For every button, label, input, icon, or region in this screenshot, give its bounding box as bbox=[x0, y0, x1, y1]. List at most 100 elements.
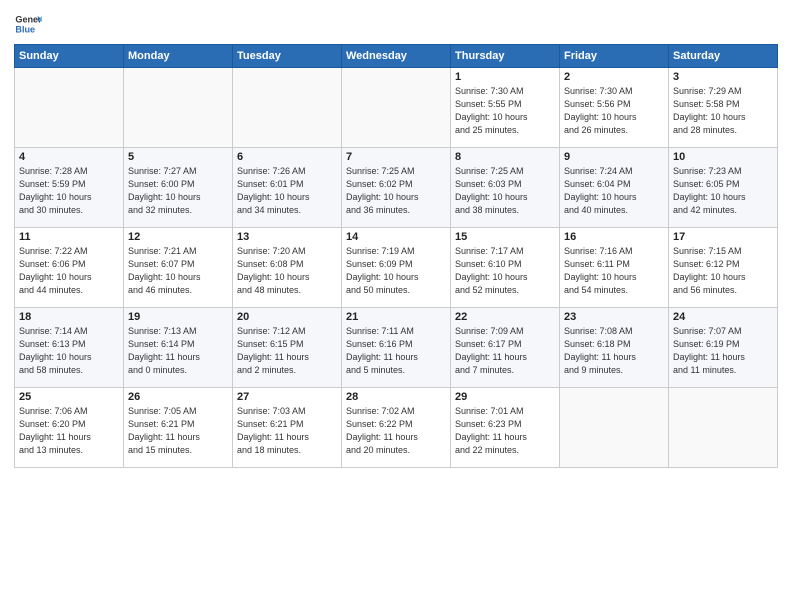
day-number: 23 bbox=[564, 311, 664, 323]
day-number: 27 bbox=[237, 391, 337, 403]
day-number: 16 bbox=[564, 231, 664, 243]
day-cell: 27 Sunrise: 7:03 AM Sunset: 6:21 PM Dayli… bbox=[233, 388, 342, 468]
day-cell: 2Sunrise: 7:30 AM Sunset: 5:56 PM Daylig… bbox=[560, 68, 669, 148]
day-info: Sunrise: 7:13 AM Sunset: 6:14 PM Dayligh… bbox=[128, 325, 228, 377]
day-info: Sunrise: 7:01 AM Sunset: 6:23 PM Dayligh… bbox=[455, 405, 555, 457]
day-number: 3 bbox=[673, 71, 773, 83]
day-cell: 24 Sunrise: 7:07 AM Sunset: 6:19 PM Dayli… bbox=[669, 308, 778, 388]
day-number: 13 bbox=[237, 231, 337, 243]
week-row-5: 25 Sunrise: 7:06 AM Sunset: 6:20 PM Dayli… bbox=[15, 388, 778, 468]
calendar-table: SundayMondayTuesdayWednesdayThursdayFrid… bbox=[14, 44, 778, 468]
logo-icon: General Blue bbox=[14, 10, 42, 38]
weekday-header-friday: Friday bbox=[560, 45, 669, 68]
day-cell: 17Sunrise: 7:15 AM Sunset: 6:12 PM Dayli… bbox=[669, 228, 778, 308]
day-info: Sunrise: 7:02 AM Sunset: 6:22 PM Dayligh… bbox=[346, 405, 446, 457]
day-number: 29 bbox=[455, 391, 555, 403]
day-number: 6 bbox=[237, 151, 337, 163]
day-number: 14 bbox=[346, 231, 446, 243]
day-info: Sunrise: 7:08 AM Sunset: 6:18 PM Dayligh… bbox=[564, 325, 664, 377]
day-cell: 20 Sunrise: 7:12 AM Sunset: 6:15 PM Dayli… bbox=[233, 308, 342, 388]
weekday-header-saturday: Saturday bbox=[669, 45, 778, 68]
day-info: Sunrise: 7:17 AM Sunset: 6:10 PM Dayligh… bbox=[455, 245, 555, 297]
day-cell: 1 Sunrise: 7:30 AM Sunset: 5:55 PM Daylig… bbox=[451, 68, 560, 148]
day-cell: 10Sunrise: 7:23 AM Sunset: 6:05 PM Dayli… bbox=[669, 148, 778, 228]
weekday-header-thursday: Thursday bbox=[451, 45, 560, 68]
day-info: Sunrise: 7:19 AM Sunset: 6:09 PM Dayligh… bbox=[346, 245, 446, 297]
day-number: 20 bbox=[237, 311, 337, 323]
day-info: Sunrise: 7:16 AM Sunset: 6:11 PM Dayligh… bbox=[564, 245, 664, 297]
day-number: 7 bbox=[346, 151, 446, 163]
day-info: Sunrise: 7:25 AM Sunset: 6:03 PM Dayligh… bbox=[455, 165, 555, 217]
day-info: Sunrise: 7:30 AM Sunset: 5:55 PM Dayligh… bbox=[455, 85, 555, 137]
week-row-4: 18 Sunrise: 7:14 AM Sunset: 6:13 PM Dayli… bbox=[15, 308, 778, 388]
day-info: Sunrise: 7:03 AM Sunset: 6:21 PM Dayligh… bbox=[237, 405, 337, 457]
day-number: 12 bbox=[128, 231, 228, 243]
day-info: Sunrise: 7:24 AM Sunset: 6:04 PM Dayligh… bbox=[564, 165, 664, 217]
day-info: Sunrise: 7:14 AM Sunset: 6:13 PM Dayligh… bbox=[19, 325, 119, 377]
day-cell: 13 Sunrise: 7:20 AM Sunset: 6:08 PM Dayli… bbox=[233, 228, 342, 308]
day-info: Sunrise: 7:22 AM Sunset: 6:06 PM Dayligh… bbox=[19, 245, 119, 297]
weekday-header-monday: Monday bbox=[124, 45, 233, 68]
day-info: Sunrise: 7:12 AM Sunset: 6:15 PM Dayligh… bbox=[237, 325, 337, 377]
day-cell bbox=[15, 68, 124, 148]
day-cell: 25 Sunrise: 7:06 AM Sunset: 6:20 PM Dayli… bbox=[15, 388, 124, 468]
logo: General Blue bbox=[14, 10, 42, 38]
day-info: Sunrise: 7:09 AM Sunset: 6:17 PM Dayligh… bbox=[455, 325, 555, 377]
day-number: 8 bbox=[455, 151, 555, 163]
day-cell: 12 Sunrise: 7:21 AM Sunset: 6:07 PM Dayli… bbox=[124, 228, 233, 308]
svg-text:Blue: Blue bbox=[15, 24, 35, 34]
day-cell: 5 Sunrise: 7:27 AM Sunset: 6:00 PM Daylig… bbox=[124, 148, 233, 228]
day-cell: 28 Sunrise: 7:02 AM Sunset: 6:22 PM Dayli… bbox=[342, 388, 451, 468]
day-info: Sunrise: 7:26 AM Sunset: 6:01 PM Dayligh… bbox=[237, 165, 337, 217]
day-cell: 11 Sunrise: 7:22 AM Sunset: 6:06 PM Dayli… bbox=[15, 228, 124, 308]
day-cell: 6 Sunrise: 7:26 AM Sunset: 6:01 PM Daylig… bbox=[233, 148, 342, 228]
day-cell: 14 Sunrise: 7:19 AM Sunset: 6:09 PM Dayli… bbox=[342, 228, 451, 308]
day-number: 19 bbox=[128, 311, 228, 323]
day-cell: 21Sunrise: 7:11 AM Sunset: 6:16 PM Dayli… bbox=[342, 308, 451, 388]
day-cell: 26Sunrise: 7:05 AM Sunset: 6:21 PM Dayli… bbox=[124, 388, 233, 468]
day-cell: 29 Sunrise: 7:01 AM Sunset: 6:23 PM Dayli… bbox=[451, 388, 560, 468]
day-cell bbox=[124, 68, 233, 148]
calendar-container: General Blue SundayMondayTuesdayWednesda… bbox=[0, 0, 792, 612]
day-number: 15 bbox=[455, 231, 555, 243]
weekday-header-sunday: Sunday bbox=[15, 45, 124, 68]
day-number: 11 bbox=[19, 231, 119, 243]
day-number: 24 bbox=[673, 311, 773, 323]
day-number: 10 bbox=[673, 151, 773, 163]
day-cell: 9 Sunrise: 7:24 AM Sunset: 6:04 PM Daylig… bbox=[560, 148, 669, 228]
day-number: 21 bbox=[346, 311, 446, 323]
day-number: 28 bbox=[346, 391, 446, 403]
week-row-3: 11 Sunrise: 7:22 AM Sunset: 6:06 PM Dayli… bbox=[15, 228, 778, 308]
day-info: Sunrise: 7:21 AM Sunset: 6:07 PM Dayligh… bbox=[128, 245, 228, 297]
day-cell: 16 Sunrise: 7:16 AM Sunset: 6:11 PM Dayli… bbox=[560, 228, 669, 308]
day-number: 9 bbox=[564, 151, 664, 163]
day-cell: 22 Sunrise: 7:09 AM Sunset: 6:17 PM Dayli… bbox=[451, 308, 560, 388]
day-cell: 23 Sunrise: 7:08 AM Sunset: 6:18 PM Dayli… bbox=[560, 308, 669, 388]
day-cell: 8 Sunrise: 7:25 AM Sunset: 6:03 PM Daylig… bbox=[451, 148, 560, 228]
weekday-header-wednesday: Wednesday bbox=[342, 45, 451, 68]
day-info: Sunrise: 7:20 AM Sunset: 6:08 PM Dayligh… bbox=[237, 245, 337, 297]
day-info: Sunrise: 7:29 AM Sunset: 5:58 PM Dayligh… bbox=[673, 85, 773, 137]
day-number: 25 bbox=[19, 391, 119, 403]
header: General Blue bbox=[14, 10, 778, 38]
day-cell: 18 Sunrise: 7:14 AM Sunset: 6:13 PM Dayli… bbox=[15, 308, 124, 388]
day-cell: 3 Sunrise: 7:29 AM Sunset: 5:58 PM Daylig… bbox=[669, 68, 778, 148]
day-cell: 7Sunrise: 7:25 AM Sunset: 6:02 PM Daylig… bbox=[342, 148, 451, 228]
day-number: 18 bbox=[19, 311, 119, 323]
day-info: Sunrise: 7:07 AM Sunset: 6:19 PM Dayligh… bbox=[673, 325, 773, 377]
week-row-1: 1 Sunrise: 7:30 AM Sunset: 5:55 PM Daylig… bbox=[15, 68, 778, 148]
day-info: Sunrise: 7:30 AM Sunset: 5:56 PM Dayligh… bbox=[564, 85, 664, 137]
day-info: Sunrise: 7:27 AM Sunset: 6:00 PM Dayligh… bbox=[128, 165, 228, 217]
day-cell bbox=[669, 388, 778, 468]
day-number: 17 bbox=[673, 231, 773, 243]
day-number: 1 bbox=[455, 71, 555, 83]
weekday-header-row: SundayMondayTuesdayWednesdayThursdayFrid… bbox=[15, 45, 778, 68]
day-cell: 15 Sunrise: 7:17 AM Sunset: 6:10 PM Dayli… bbox=[451, 228, 560, 308]
day-cell: 19 Sunrise: 7:13 AM Sunset: 6:14 PM Dayli… bbox=[124, 308, 233, 388]
day-number: 5 bbox=[128, 151, 228, 163]
week-row-2: 4Sunrise: 7:28 AM Sunset: 5:59 PM Daylig… bbox=[15, 148, 778, 228]
day-info: Sunrise: 7:05 AM Sunset: 6:21 PM Dayligh… bbox=[128, 405, 228, 457]
day-number: 22 bbox=[455, 311, 555, 323]
day-info: Sunrise: 7:06 AM Sunset: 6:20 PM Dayligh… bbox=[19, 405, 119, 457]
day-cell bbox=[342, 68, 451, 148]
